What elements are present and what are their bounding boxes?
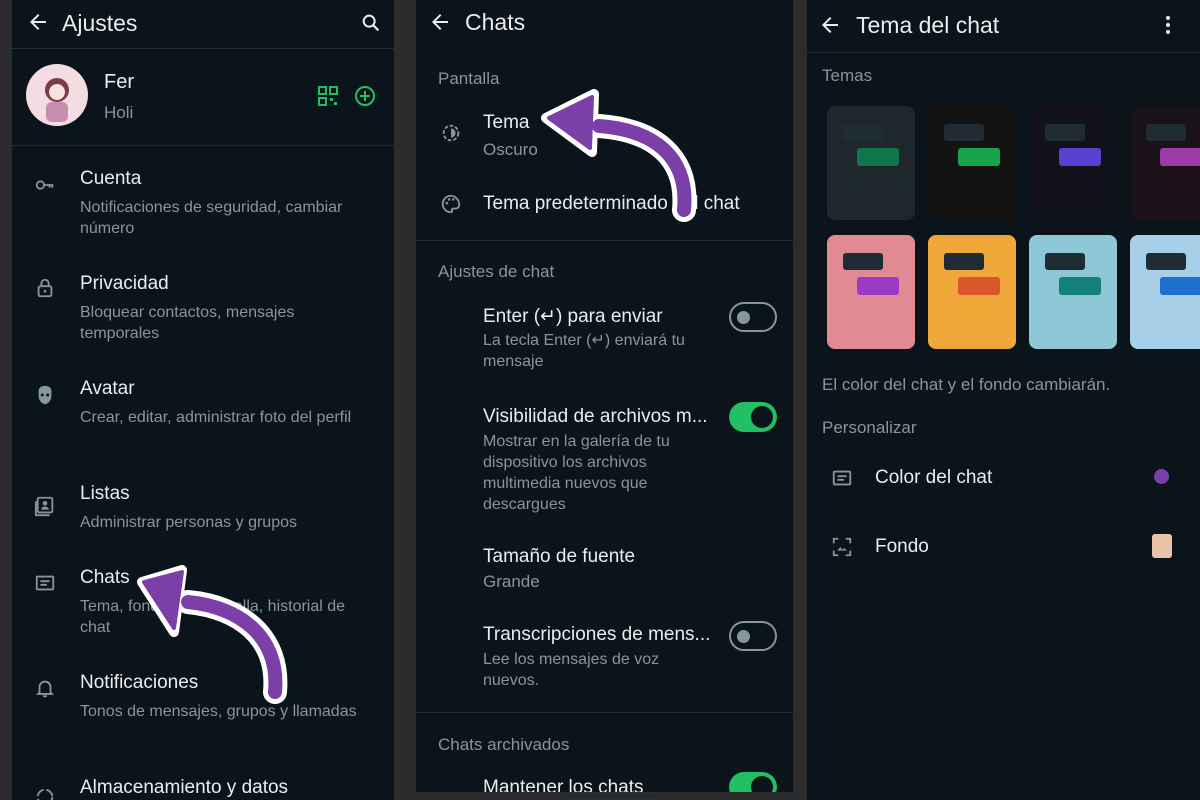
item-title: Listas [80,483,130,504]
media-visibility-title: Visibilidad de archivos m... [483,406,708,427]
item-subtitle: Notificaciones de seguridad, cambiar núm… [80,199,343,237]
add-circle-icon[interactable] [354,85,376,107]
default-theme-label: Tema predeterminado del chat [483,193,740,214]
media-visibility-subtitle: Mostrar en la galería de tu dispositivo … [483,433,670,513]
section-themes-header: Temas [822,66,873,85]
transcriptions-title: Transcripciones de mens... [483,624,711,645]
theme-option[interactable] [1130,235,1200,349]
font-size-value: Grande [483,572,540,591]
avatar[interactable] [26,64,88,126]
item-title: Privacidad [80,273,169,294]
section-archived-header: Chats archivados [438,735,570,754]
theme-option[interactable] [928,235,1016,349]
item-subtitle: Administrar personas y grupos [80,514,297,531]
settings-screen: Ajustes Fer Holi Cuenta Notificaciones d… [12,0,394,800]
item-title: Almacenamiento y datos [80,777,289,798]
theme-option[interactable] [827,235,915,349]
chat-color-icon [832,470,852,486]
page-title: Ajustes [62,10,138,36]
item-title: Avatar [80,378,135,399]
item-subtitle: Tonos de mensajes, grupos y llamadas [80,703,357,720]
chat-theme-screen: Tema del chat Temas El color del chat y … [807,0,1200,800]
page-title: Tema del chat [856,12,1000,38]
profile-name: Fer [104,71,134,93]
qr-code-icon[interactable] [318,86,338,106]
item-subtitle: Crear, editar, administrar foto del perf… [80,409,352,426]
theme-option[interactable] [1029,235,1117,349]
profile-status: Holi [104,103,134,122]
page-title: Chats [465,9,526,35]
section-display-header: Pantalla [438,69,500,88]
wallpaper-icon [832,537,852,557]
brightness-icon [442,124,460,142]
more-options-icon[interactable] [1157,14,1179,36]
bell-icon [35,680,55,698]
back-arrow-icon[interactable] [26,10,50,34]
wallpaper-label: Fondo [875,536,929,557]
item-subtitle: Bloquear contactos, mensajes temporales [80,304,295,342]
theme-option[interactable] [1029,106,1117,220]
back-arrow-icon[interactable] [428,10,452,34]
chat-color-label: Color del chat [875,467,993,488]
theme-title: Tema [483,112,530,133]
theme-value: Oscuro [483,140,538,159]
theme-option[interactable] [1130,106,1200,220]
lock-icon [37,278,53,298]
chats-settings-screen: Chats Pantalla Tema Oscuro Tema predeter… [416,0,793,800]
avatar-face-icon [38,385,52,405]
palette-icon [441,194,461,214]
item-title: Chats [80,567,130,588]
enter-send-toggle[interactable] [729,302,777,332]
theme-option[interactable] [928,106,1016,220]
transcriptions-toggle[interactable] [729,621,777,651]
enter-send-subtitle: La tecla Enter (↵) enviará tu mensaje [483,332,685,370]
item-title: Notificaciones [80,672,199,693]
key-icon [35,180,54,190]
nav-bar [416,792,793,800]
chat-color-swatch [1154,469,1169,484]
theme-note: El color del chat y el fondo cambiarán. [822,375,1111,394]
transcriptions-subtitle: Lee los mensajes de voz nuevos. [483,651,660,689]
section-chat-settings-header: Ajustes de chat [438,262,555,281]
wallpaper-swatch [1152,534,1172,558]
enter-send-title: Enter (↵) para enviar [483,306,663,327]
contact-list-icon [34,496,54,517]
item-title: Cuenta [80,168,142,189]
media-visibility-toggle[interactable] [729,402,777,432]
item-subtitle: Tema, fondos de pantalla, historial de c… [80,598,346,636]
font-size-title: Tamaño de fuente [483,546,636,567]
search-icon[interactable] [360,12,382,34]
chat-icon [35,575,55,591]
theme-option[interactable] [827,106,915,220]
back-arrow-icon[interactable] [818,13,842,37]
section-customize-header: Personalizar [822,418,917,437]
storage-icon [36,788,54,800]
